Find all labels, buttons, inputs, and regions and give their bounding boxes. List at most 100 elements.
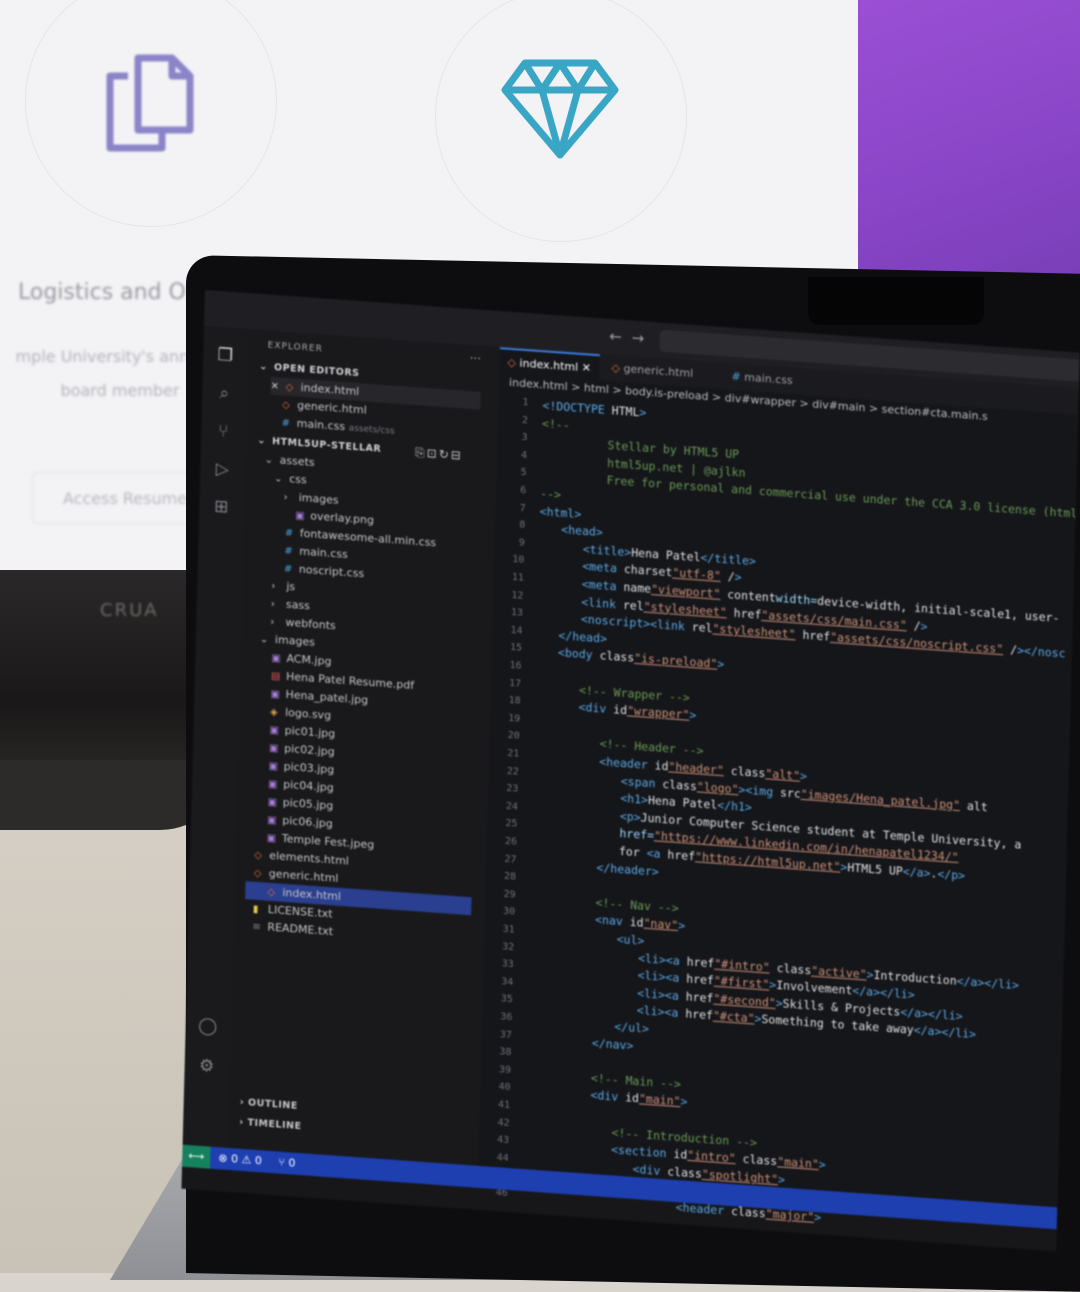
monitor-brand-logo: CRUA	[100, 600, 159, 621]
close-icon[interactable]: ✕	[270, 378, 282, 397]
code-line: <head>	[561, 522, 604, 540]
css-file-icon: #	[284, 527, 294, 540]
image-file-icon: ▣	[267, 814, 277, 827]
chevron-down-icon: ⌄	[258, 360, 269, 373]
code-line: <ul>	[616, 931, 645, 948]
section-label: OPEN EDITORS	[273, 361, 360, 380]
outline-section[interactable]: › OUTLINE	[240, 1097, 298, 1112]
collapse-all-icon[interactable]: ⊟	[451, 448, 463, 463]
line-number: 39	[498, 1064, 512, 1076]
code-editor: ◇ index.html ✕ ◇ generic.html # main.css…	[478, 347, 1080, 1224]
nav-arrows[interactable]: ← →	[609, 327, 644, 347]
folder-item[interactable]: › images	[283, 488, 339, 510]
folder-item[interactable]: ⌄ css	[274, 469, 307, 489]
ports-count[interactable]: ⑂ 0	[278, 1152, 296, 1175]
line-number: 38	[499, 1046, 512, 1059]
new-folder-icon[interactable]: ⊡	[427, 446, 439, 461]
code-line: <div id"main">	[590, 1088, 688, 1110]
line-number: 43	[497, 1134, 510, 1147]
timeline-section[interactable]: › TIMELINE	[239, 1117, 302, 1132]
line-number: 5	[520, 467, 527, 479]
section-label: TIMELINE	[247, 1117, 302, 1133]
problems-count[interactable]: ⊗ 0 ⚠ 0	[218, 1147, 262, 1172]
explorer-sidebar: EXPLORER ··· ⌄ OPEN EDITORS ✕ ◇ index.html …	[228, 329, 500, 1166]
line-number: 21	[507, 747, 520, 760]
line-number: 37	[499, 1028, 513, 1041]
line-number: 25	[505, 818, 518, 830]
tab-main-css[interactable]: # main.css	[723, 363, 801, 394]
image-file-icon: ▣	[269, 724, 280, 737]
folder-label: images	[274, 633, 316, 649]
section-label: OUTLINE	[247, 1097, 298, 1112]
image-file-icon: ▣	[268, 760, 279, 773]
code-line: </nav>	[591, 1035, 634, 1053]
file-label: generic.html	[296, 398, 367, 417]
source-control-icon[interactable]: ⑂	[213, 421, 234, 442]
line-number: 28	[503, 870, 517, 883]
image-file-icon: ▣	[267, 796, 278, 809]
line-number: 29	[503, 888, 516, 901]
refresh-icon[interactable]: ↻	[439, 447, 451, 462]
new-file-icon[interactable]: ⎘	[415, 445, 427, 460]
file-label: index.html	[282, 885, 342, 903]
close-icon[interactable]: ✕	[582, 361, 592, 375]
diamond-icon	[501, 59, 619, 159]
file-label: logo.svg	[284, 705, 332, 723]
line-number: 26	[504, 835, 518, 848]
file-label: pic01.jpg	[284, 723, 336, 741]
folder-label: css	[289, 472, 307, 487]
explorer-header: EXPLORER	[267, 340, 324, 355]
file-label: overlay.png	[310, 509, 375, 528]
explorer-icon[interactable]: ❐	[215, 345, 236, 366]
explorer-actions: ⎘⊡↻⊟	[415, 445, 463, 463]
run-debug-icon[interactable]: ▷	[212, 459, 233, 480]
chevron-down-icon: ⌄	[274, 473, 283, 485]
remote-indicator-icon[interactable]: ⟷	[182, 1144, 211, 1169]
image-file-icon: ▣	[268, 742, 279, 755]
folder-label: sass	[285, 597, 310, 613]
folder-label: images	[298, 490, 339, 507]
text-file-icon: ≡	[252, 921, 261, 934]
line-number: 32	[502, 941, 515, 953]
line-number: 40	[498, 1081, 511, 1094]
code-line: -->	[540, 486, 562, 502]
line-number: 16	[509, 659, 522, 672]
line-number: 20	[507, 730, 520, 743]
line-number-gutter: 1 2 3 4 5 6 7 8 9 10 11 12 13 14 15 16 17 18 19 20 21 22 23 24 2…	[496, 395, 533, 1199]
search-icon[interactable]: ⌕	[214, 383, 235, 404]
folder-label: js	[286, 579, 296, 594]
css-file-icon: #	[731, 369, 745, 384]
folder-item[interactable]: ⌄ assets	[264, 450, 315, 472]
settings-gear-icon[interactable]: ⚙	[196, 1056, 217, 1077]
forward-arrow-icon[interactable]: →	[631, 329, 644, 348]
line-number: 41	[497, 1099, 511, 1112]
line-number: 14	[510, 624, 523, 637]
html-file-icon: ◇	[507, 355, 520, 370]
back-arrow-icon[interactable]: ←	[609, 327, 622, 346]
code-line: <!-- Nav -->	[595, 894, 679, 915]
line-number: 31	[502, 923, 515, 936]
file-label: main.css	[299, 544, 348, 562]
html-file-icon: ◇	[281, 399, 290, 412]
account-icon[interactable]: ◯	[197, 1016, 218, 1037]
more-actions-icon[interactable]: ···	[469, 351, 481, 366]
code-line: <nav id"nav">	[594, 912, 686, 933]
line-number: 10	[512, 554, 525, 567]
folder-item[interactable]: › js	[271, 577, 295, 597]
image-file-icon: ▣	[268, 778, 278, 791]
image-file-icon: ▣	[270, 688, 281, 701]
folder-item[interactable]: ⌄ images	[260, 630, 315, 652]
line-number: 18	[508, 695, 521, 707]
folder-label: webfonts	[285, 615, 336, 633]
line-number: 11	[511, 572, 525, 584]
extensions-icon[interactable]: ⊞	[211, 497, 232, 518]
svg-file-icon: ◈	[269, 706, 278, 719]
line-number: 3	[521, 431, 528, 444]
line-number: 44	[496, 1151, 509, 1164]
file-item[interactable]: # noscript.css	[284, 560, 365, 584]
chevron-right-icon: ›	[270, 616, 275, 629]
html-file-icon: ◇	[253, 867, 262, 880]
file-label: noscript.css	[298, 562, 365, 581]
file-label: pic06.jpg	[282, 813, 334, 831]
camera-notch	[808, 277, 984, 325]
